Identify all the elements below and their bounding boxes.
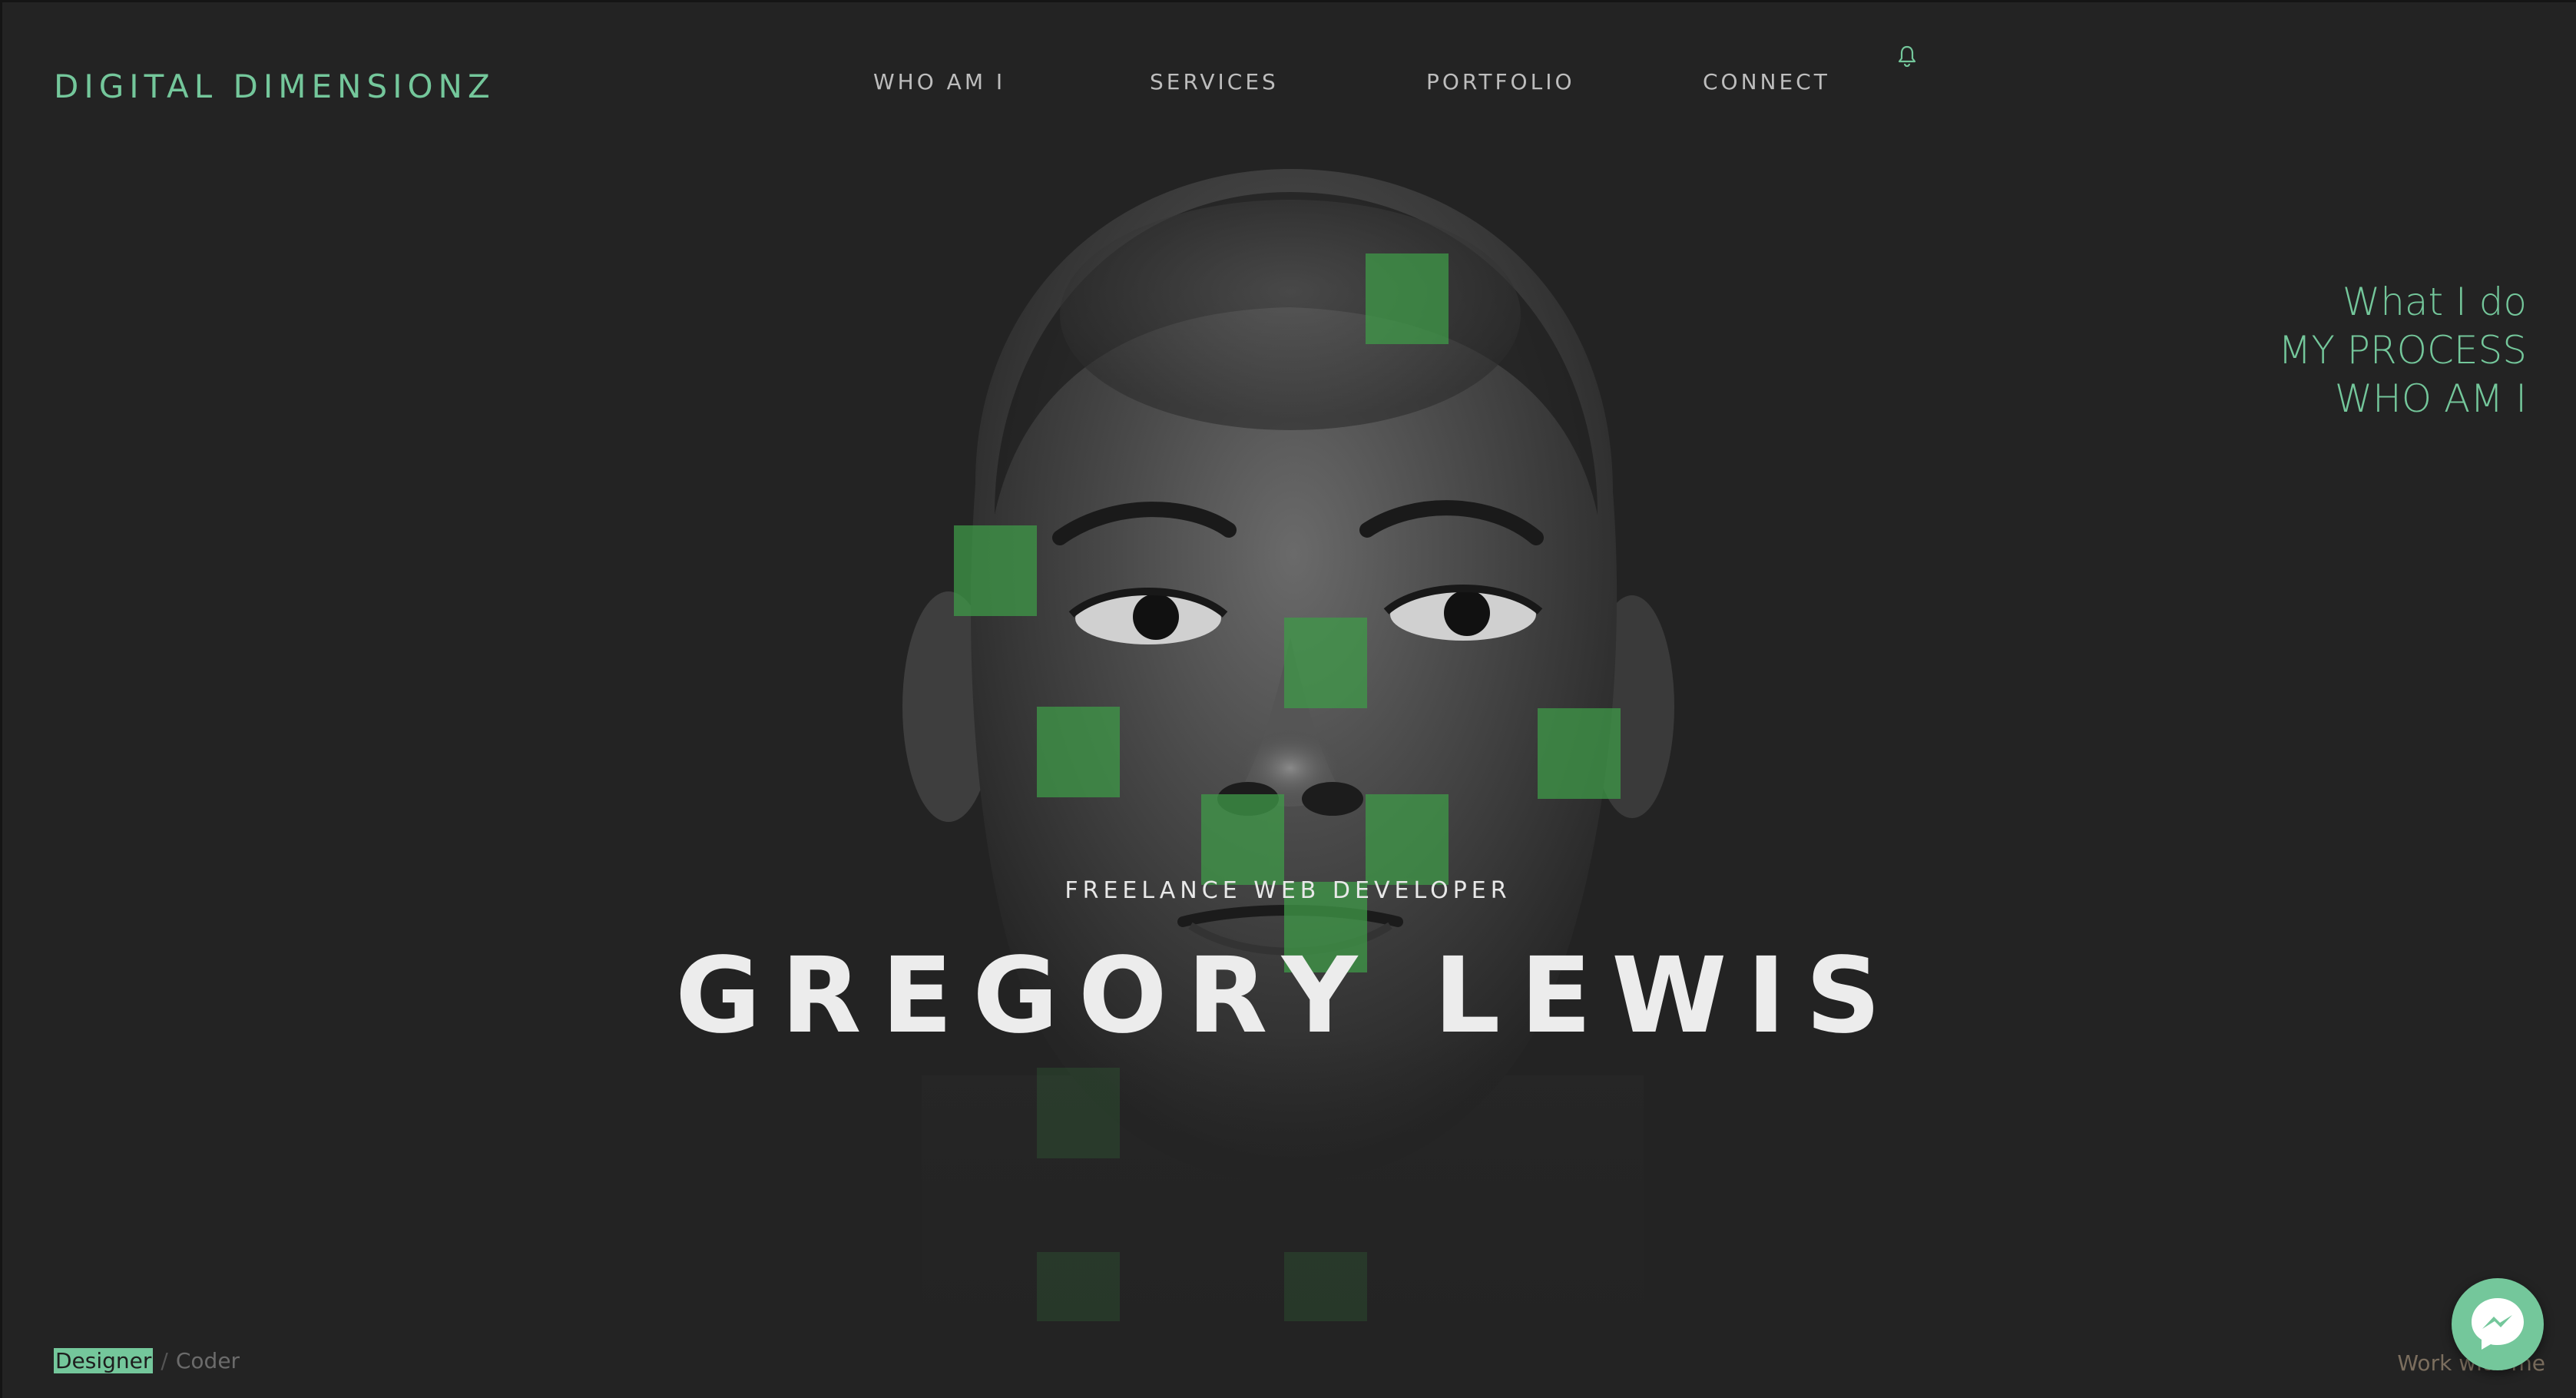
hero-subtitle: FREELANCE WEB DEVELOPER bbox=[1065, 877, 1511, 904]
role-designer[interactable]: Designer bbox=[54, 1348, 154, 1373]
portrait-image bbox=[860, 154, 1705, 1329]
main-nav: WHO AM I SERVICES PORTFOLIO CONNECT bbox=[0, 69, 2576, 100]
side-menu-my-process[interactable]: MY PROCESS bbox=[2278, 326, 2527, 375]
side-menu-what-i-do[interactable]: What I do bbox=[2278, 278, 2527, 326]
page: DIGITAL DIMENSIONZ WHO AM I SERVICES POR… bbox=[0, 0, 2576, 1398]
nav-connect[interactable]: CONNECT bbox=[1703, 69, 1830, 94]
messenger-icon[interactable] bbox=[2452, 1278, 2544, 1370]
side-menu-who-am-i[interactable]: WHO AM I bbox=[2278, 375, 2527, 423]
role-separator: / bbox=[161, 1348, 168, 1373]
role-switcher: Designer / Coder bbox=[54, 1348, 240, 1373]
hero-title: GREGORY LEWIS bbox=[675, 936, 1901, 1057]
role-coder[interactable]: Coder bbox=[176, 1348, 240, 1373]
side-menu: What I do MY PROCESS WHO AM I bbox=[2278, 278, 2527, 423]
nav-services[interactable]: SERVICES bbox=[1150, 69, 1279, 94]
bell-icon[interactable] bbox=[1897, 45, 1917, 68]
nav-who-am-i[interactable]: WHO AM I bbox=[873, 69, 1005, 94]
nav-portfolio[interactable]: PORTFOLIO bbox=[1426, 69, 1575, 94]
